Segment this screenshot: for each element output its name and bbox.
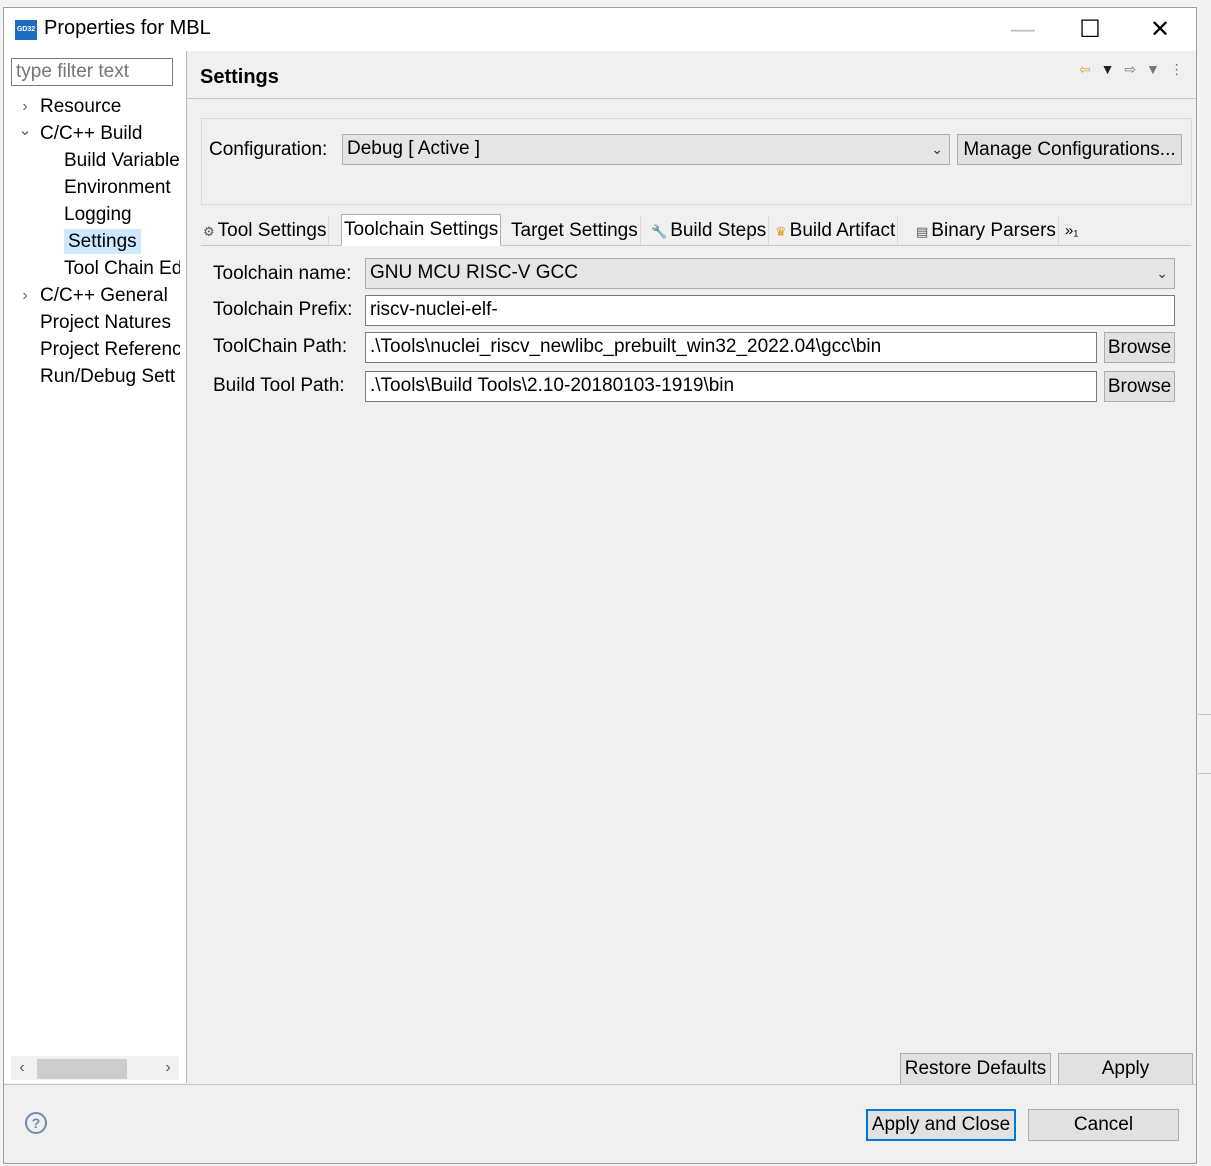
toolchain-prefix-input[interactable]: riscv-nuclei-elf- bbox=[365, 295, 1175, 326]
tree-item-label: C/C++ General bbox=[40, 285, 168, 306]
back-arrow-icon[interactable]: ⇦ bbox=[1079, 61, 1091, 78]
build-tool-path-browse-button[interactable]: Browse bbox=[1104, 371, 1175, 402]
title-bar: GD32 Properties for MBL — ☐ ✕ bbox=[4, 8, 1196, 51]
tab-label: Target Settings bbox=[511, 220, 638, 241]
dialog-button-bar: ? Apply and Close Cancel bbox=[4, 1084, 1196, 1164]
apply-and-close-button[interactable]: Apply and Close bbox=[866, 1109, 1016, 1141]
tree-item-label: Environment bbox=[64, 177, 171, 198]
configuration-group: Configuration: Debug [ Active ] ⌄ Manage… bbox=[201, 118, 1192, 205]
maximize-button[interactable]: ☐ bbox=[1067, 8, 1113, 51]
sidebar-horizontal-scrollbar[interactable]: ‹ › bbox=[11, 1056, 179, 1080]
tab-binary-parsers[interactable]: ▤ Binary Parsers bbox=[914, 216, 1059, 245]
configuration-label: Configuration: bbox=[209, 139, 328, 160]
tree-item-label: Run/Debug Sett bbox=[40, 366, 176, 387]
tab-toolchain-settings[interactable]: Toolchain Settings bbox=[341, 214, 502, 246]
view-menu-icon[interactable]: ⋮ bbox=[1170, 61, 1184, 78]
forward-menu-icon[interactable]: ▼ bbox=[1146, 61, 1160, 77]
binary-icon: ▤ bbox=[916, 224, 929, 239]
close-button[interactable]: ✕ bbox=[1137, 8, 1183, 51]
gear-icon: ⚙ bbox=[203, 224, 215, 239]
tab-build-artifact[interactable]: ♛ Build Artifact bbox=[773, 216, 899, 245]
tab-label: Binary Parsers bbox=[931, 220, 1056, 241]
window-title: Properties for MBL bbox=[44, 17, 211, 39]
settings-tabs: ⚙ Tool Settings Toolchain Settings Target… bbox=[201, 214, 1191, 246]
chevron-down-icon: ⌄ bbox=[931, 141, 943, 157]
tab-label: Tool Settings bbox=[217, 220, 327, 241]
tree-item-cpp-build[interactable]: ⌄ C/C++ Build bbox=[18, 120, 142, 147]
minimize-button[interactable]: — bbox=[1000, 8, 1046, 51]
manage-configurations-button[interactable]: Manage Configurations... bbox=[957, 134, 1182, 165]
toolchain-prefix-label: Toolchain Prefix: bbox=[213, 299, 353, 320]
page-title: Settings bbox=[200, 66, 279, 88]
cancel-button[interactable]: Cancel bbox=[1028, 1109, 1179, 1141]
tree-item-tool-chain-editor[interactable]: Tool Chain Ed bbox=[64, 255, 180, 282]
apply-button[interactable]: Apply bbox=[1058, 1053, 1193, 1085]
tree-item-label: Logging bbox=[64, 204, 132, 225]
tab-tool-settings[interactable]: ⚙ Tool Settings bbox=[201, 216, 330, 245]
tree-item-logging[interactable]: Logging bbox=[64, 201, 180, 228]
help-icon[interactable]: ? bbox=[25, 1112, 47, 1134]
tree-item-label: Build Variable bbox=[64, 150, 180, 171]
toolchain-path-browse-button[interactable]: Browse bbox=[1104, 332, 1175, 363]
tab-label: Build Steps bbox=[670, 220, 767, 241]
scroll-left-icon[interactable]: ‹ bbox=[11, 1056, 33, 1080]
tab-label: Build Artifact bbox=[789, 220, 896, 241]
tree-item-label: Resource bbox=[40, 96, 122, 117]
tree-item-environment[interactable]: Environment bbox=[64, 174, 180, 201]
back-menu-icon[interactable]: ▼ bbox=[1101, 61, 1115, 77]
tree-item-settings[interactable]: Settings bbox=[64, 228, 180, 255]
app-logo-icon: GD32 bbox=[15, 20, 37, 40]
build-tool-path-input[interactable]: .\Tools\Build Tools\2.10-20180103-1919\b… bbox=[365, 371, 1097, 402]
navigation-controls: ⇦ ▼ ⇨ ▼ ⋮ bbox=[1079, 61, 1190, 78]
toolchain-name-select[interactable]: GNU MCU RISC-V GCC ⌄ bbox=[365, 258, 1175, 289]
trophy-icon: ♛ bbox=[775, 224, 787, 239]
filter-input[interactable] bbox=[11, 58, 173, 86]
toolchain-name-label: Toolchain name: bbox=[213, 263, 352, 284]
tree-item-run-debug-settings[interactable]: Run/Debug Sett bbox=[40, 363, 180, 390]
tree-item-label: Settings bbox=[64, 229, 141, 254]
chevron-down-icon: ⌄ bbox=[1156, 265, 1168, 281]
background-divider bbox=[1196, 773, 1211, 774]
sidebar: › Resource ⌄ C/C++ Build Build Variable … bbox=[4, 51, 187, 1083]
properties-dialog: GD32 Properties for MBL — ☐ ✕ › Resource… bbox=[3, 7, 1197, 1164]
tree-item-cpp-general[interactable]: › C/C++ General bbox=[18, 282, 168, 309]
configuration-value: Debug [ Active ] bbox=[347, 138, 481, 159]
scrollbar-thumb[interactable] bbox=[37, 1059, 127, 1079]
tree-item-build-variables[interactable]: Build Variable bbox=[64, 147, 180, 174]
tree-item-label: Project Referenc bbox=[40, 339, 180, 360]
tree-item-label: C/C++ Build bbox=[40, 123, 143, 144]
forward-arrow-icon[interactable]: ⇨ bbox=[1124, 61, 1136, 78]
tree-item-resource[interactable]: › Resource bbox=[18, 93, 121, 120]
toolchain-name-value: GNU MCU RISC-V GCC bbox=[370, 262, 578, 283]
settings-page: Settings ⇦ ▼ ⇨ ▼ ⋮ Configuration: Debug … bbox=[187, 51, 1196, 1085]
chevron-right-icon[interactable]: › bbox=[18, 93, 32, 120]
wrench-icon: 🔧 bbox=[651, 224, 668, 239]
tab-label: Toolchain Settings bbox=[344, 219, 499, 240]
toolchain-path-input[interactable]: .\Tools\nuclei_riscv_newlibc_prebuilt_wi… bbox=[365, 332, 1097, 363]
page-header: Settings ⇦ ▼ ⇨ ▼ ⋮ bbox=[187, 51, 1196, 99]
background-divider bbox=[1196, 714, 1211, 715]
tree-item-label: Tool Chain Ed bbox=[64, 258, 180, 279]
tree-item-label: Project Natures bbox=[40, 312, 171, 333]
configuration-select[interactable]: Debug [ Active ] ⌄ bbox=[342, 134, 950, 165]
toolchain-path-label: ToolChain Path: bbox=[213, 336, 348, 357]
restore-defaults-button[interactable]: Restore Defaults bbox=[900, 1053, 1051, 1085]
tab-target-settings[interactable]: Target Settings bbox=[509, 216, 641, 245]
tab-overflow-chevron[interactable]: »₁ bbox=[1063, 216, 1080, 245]
scroll-right-icon[interactable]: › bbox=[157, 1056, 179, 1080]
tree-item-project-references[interactable]: Project Referenc bbox=[40, 336, 180, 363]
chevron-right-icon[interactable]: › bbox=[18, 282, 32, 309]
build-tool-path-label: Build Tool Path: bbox=[213, 375, 345, 396]
chevron-down-icon[interactable]: ⌄ bbox=[18, 120, 32, 144]
tree-item-project-natures[interactable]: Project Natures bbox=[40, 309, 180, 336]
tab-build-steps[interactable]: 🔧 Build Steps bbox=[649, 216, 770, 245]
